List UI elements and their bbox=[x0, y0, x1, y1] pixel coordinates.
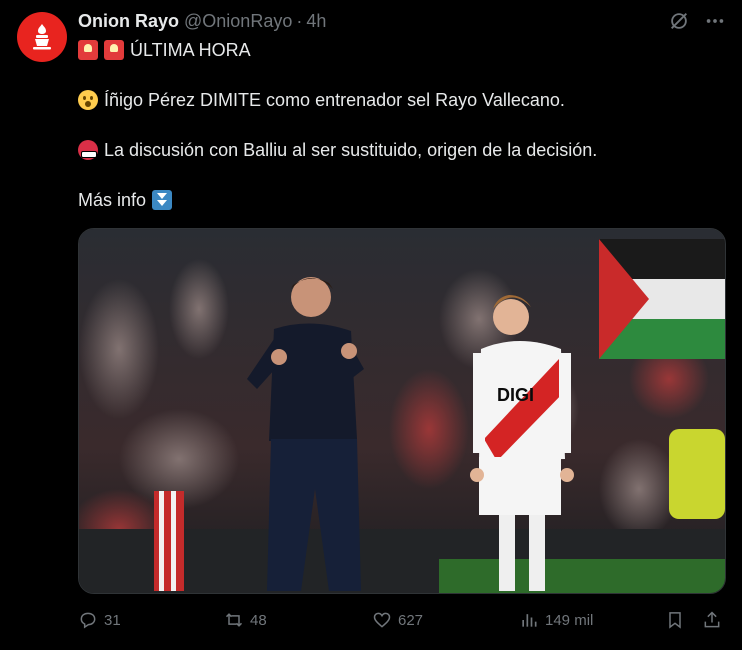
text-line-reason: La discusión con Balliu al ser sustituid… bbox=[78, 138, 718, 162]
onion-logo-icon bbox=[33, 24, 51, 50]
action-bar: 31 48 627 149 mil bbox=[78, 606, 726, 634]
siren-icon bbox=[104, 40, 124, 60]
reason-text: La discusión con Balliu al ser sustituid… bbox=[104, 140, 598, 160]
retweet-button[interactable]: 48 bbox=[224, 610, 267, 630]
heart-icon bbox=[373, 612, 391, 628]
share-icon bbox=[704, 611, 720, 628]
siren-icon bbox=[78, 40, 98, 60]
double-down-arrow-icon bbox=[152, 190, 173, 210]
text-line-resigns: Íñigo Pérez DIMITE como entrenador sel R… bbox=[78, 88, 718, 112]
reply-icon bbox=[80, 612, 96, 629]
photo-coach-and-player: DIGI bbox=[79, 229, 725, 593]
user-handle[interactable]: @OnionRayo bbox=[184, 11, 292, 32]
more-icon[interactable] bbox=[704, 10, 726, 32]
tweet-text: ÚLTIMA HORA Íñigo Pérez DIMITE como entr… bbox=[78, 38, 718, 212]
reply-button[interactable]: 31 bbox=[78, 610, 121, 630]
resign-text: Íñigo Pérez DIMITE como entrenador sel R… bbox=[104, 90, 565, 110]
avatar[interactable] bbox=[17, 12, 67, 62]
view-count: 149 mil bbox=[545, 611, 594, 629]
retweet-count: 48 bbox=[250, 611, 267, 629]
views-button[interactable]: 149 mil bbox=[519, 610, 593, 630]
breaking-label: ÚLTIMA HORA bbox=[130, 40, 251, 60]
text-line-breaking: ÚLTIMA HORA bbox=[78, 38, 718, 62]
grok-icon[interactable] bbox=[668, 10, 690, 32]
retweet-icon bbox=[225, 613, 243, 627]
separator-dot: · bbox=[296, 11, 303, 31]
bookmark-icon bbox=[669, 612, 681, 629]
display-name[interactable]: Onion Rayo bbox=[78, 11, 179, 32]
tweet-photo[interactable]: DIGI bbox=[78, 228, 726, 594]
top-actions bbox=[668, 10, 726, 32]
tweet[interactable]: Onion Rayo @OnionRayo · 4h ÚLTIMA HORA Í… bbox=[0, 0, 742, 650]
like-button[interactable]: 627 bbox=[372, 610, 423, 630]
text-line-more-info: Más info bbox=[78, 188, 718, 212]
timestamp[interactable]: 4h bbox=[306, 11, 326, 32]
tweet-header: Onion Rayo @OnionRayo · 4h bbox=[78, 11, 326, 33]
bar-chart-icon bbox=[522, 614, 537, 627]
reply-count: 31 bbox=[104, 611, 121, 629]
bookmark-button[interactable] bbox=[665, 610, 685, 630]
like-count: 627 bbox=[398, 611, 424, 629]
svg-text:DIGI: DIGI bbox=[497, 385, 534, 405]
more-info-text: Más info bbox=[78, 190, 147, 210]
share-button[interactable] bbox=[702, 610, 722, 630]
angry-face-icon bbox=[78, 140, 98, 160]
surprised-face-icon bbox=[78, 90, 98, 110]
